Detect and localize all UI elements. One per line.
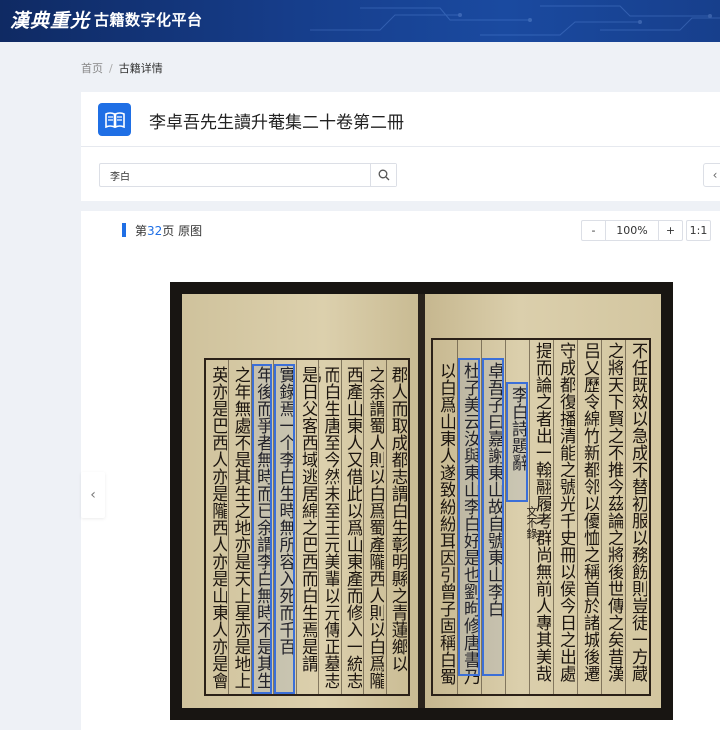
left-column-rule [295,360,297,694]
zoom-out-button[interactable]: - [582,221,605,240]
breadcrumb-separator: / [109,61,113,75]
left-column-rule [318,360,320,694]
view-mode-label: 原图 [178,224,203,238]
left-text-column: 而白生唐至今然未至王元美輩以元傳正墓志爲 [319,366,340,689]
left-column-rule [385,360,387,694]
left-text-column: 英亦是巴西人亦是隴西人亦是山東人亦是會 [208,366,228,689]
left-column-rule [340,360,342,694]
book-open-icon [98,103,131,136]
left-page-frame: 郡人而取成都志謂白生彰明縣之青蓮鄉以 之余謂蜀人則以白爲蜀產隴西人則以白爲隴 西產山… [204,358,410,696]
search-icon [378,169,389,181]
left-text-column: 郡人而取成都志謂白生彰明縣之青蓮鄉以 [387,366,407,672]
search-hit-highlight[interactable] [458,358,480,676]
brand-logo[interactable]: 漢典重光 [10,6,90,33]
right-text-column: 吕乂歷令綿竹新都邻以優恤之稱首於諸城後遷 [580,342,599,682]
annotation-text: 文不錄 [525,506,537,539]
breadcrumb-current: 古籍详情 [118,62,163,75]
left-column-rule [363,360,365,694]
search-hit-highlight[interactable] [482,358,504,676]
top-header: 漢典重光 古籍数字化平台 [0,0,720,42]
right-column-rule [553,340,554,694]
right-column-rule [577,340,578,694]
scan-right-page: 不任既效以急成不替初服以務飭則豈徒一方蔵 之將天下賢之不推今茲論之將後世傳之矣昔漢… [425,294,661,708]
previous-page-button[interactable]: ‹ [81,472,105,518]
left-column-rule [228,360,230,694]
breadcrumb: 首页 / 古籍详情 [81,60,163,76]
right-column-rule [625,340,626,694]
search-input[interactable] [100,164,371,186]
search-button[interactable] [370,164,396,186]
right-text-column: 以白爲山東人遂致紛紛耳因引曾子固稱白蜀 [436,362,455,685]
section-divider [81,201,720,211]
section-marker [122,223,126,237]
scan-gutter [418,294,425,708]
platform-name[interactable]: 古籍数字化平台 [94,9,203,30]
page-prefix: 第 [135,224,148,238]
breadcrumb-home[interactable]: 首页 [81,60,103,76]
left-text-column: 之年無處不是其生之地亦是天上星亦是地上 [230,366,250,689]
right-text-column: 不任既效以急成不替初服以務飭則豈徒一方蔵 [628,342,647,682]
book-scan-image[interactable]: 郡人而取成都志謂白生彰明縣之青蓮鄉以 之余謂蜀人則以白爲蜀產隴西人則以白爲隴 西產山… [170,282,673,720]
search-hit-highlight[interactable] [274,364,295,694]
zoom-control: - 100% + [581,220,683,241]
page-suffix: 页 [162,224,175,238]
right-column-rule [601,340,602,694]
page-number: 32 [147,224,163,238]
actual-size-button[interactable]: 1:1 [686,220,711,241]
scan-left-page: 郡人而取成都志謂白生彰明縣之青蓮鄉以 之余謂蜀人則以白爲蜀產隴西人則以白爲隴 西產山… [182,294,418,708]
chevron-left-icon: ‹ [712,168,718,182]
left-text-column: 之余謂蜀人則以白爲蜀產隴西人則以白爲隴 [365,366,385,689]
search-hit-highlight[interactable] [506,382,528,502]
zoom-level: 100% [605,221,659,240]
search-hit-highlight[interactable] [251,364,273,694]
page-title: 李卓吾先生讀升菴集二十卷第二冊 [149,113,404,133]
right-text-column: 守成都復播清能之號光千史冊以侯今日之出處 [556,342,575,682]
right-text-column: 之將天下賢之不推今茲論之將後世傳之矣昔漢 [604,342,623,682]
circuit-pattern-decoration [310,5,720,36]
search-box [99,163,397,187]
image-viewer: 第32页 原图 - 100% + 1:1 郡人而取成都志謂白生彰明縣之青蓮鄉以之… [122,211,720,730]
zoom-in-button[interactable]: + [659,221,682,240]
page-indicator: 第32页 原图 [135,222,202,239]
chevron-left-icon: ‹ [90,487,96,503]
right-page-frame: 不任既效以急成不替初服以務飭則豈徒一方蔵 之將天下賢之不推今茲論之將後世傳之矣昔漢… [431,338,651,696]
title-row: 李卓吾先生讀升菴集二十卷第二冊 [81,92,720,147]
prev-result-button[interactable]: ‹ [703,163,720,187]
left-text-column: 是日父客西域逃居綿之巴西而白生焉是謂 [298,366,317,672]
left-text-column: 西產山東人又借此以爲山東產而修入一統志 [342,366,362,689]
